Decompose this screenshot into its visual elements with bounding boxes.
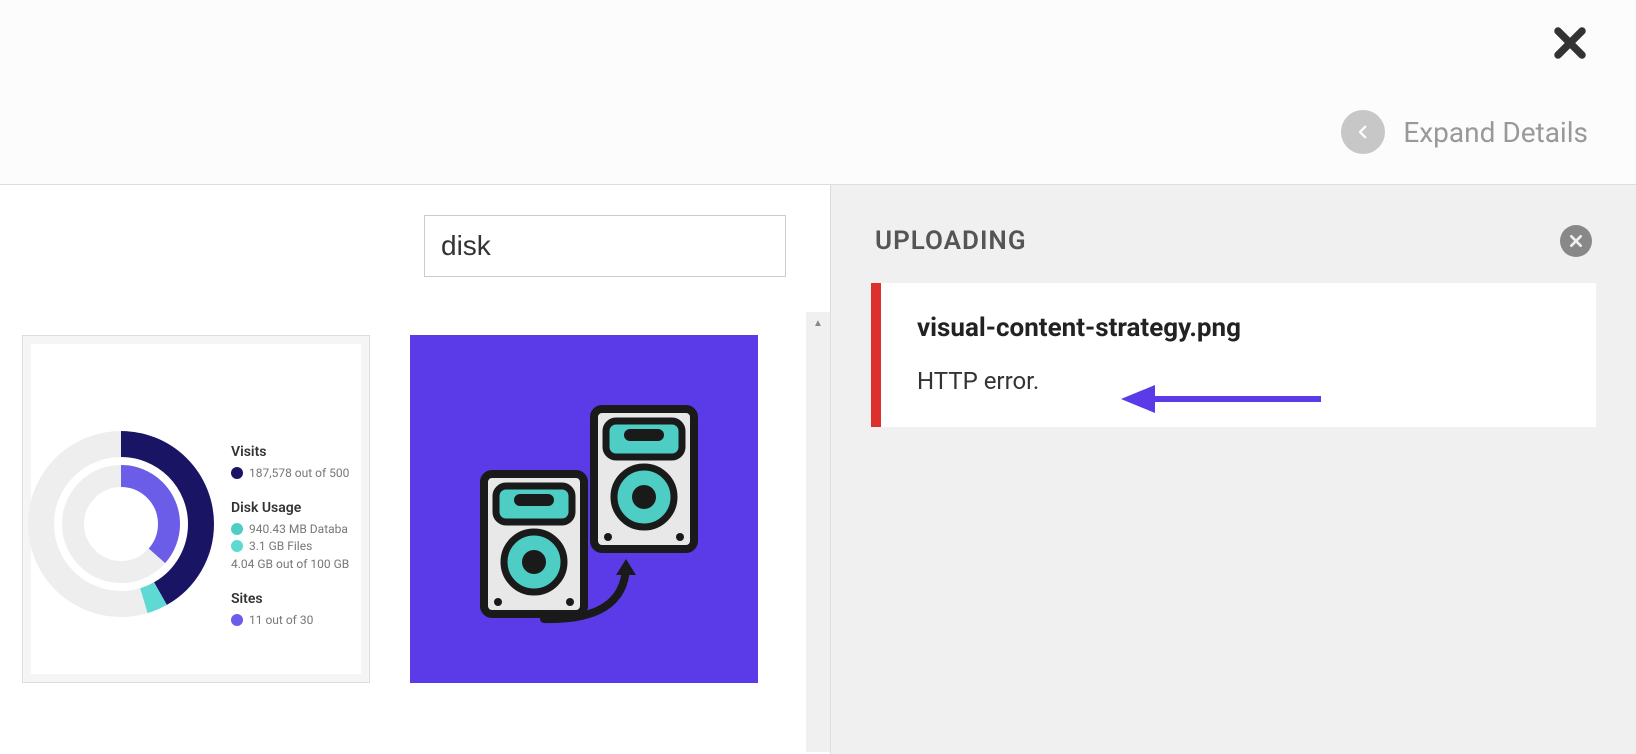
stat-value: 187,578 out of 500: [249, 466, 349, 480]
media-thumbnail[interactable]: [410, 335, 758, 683]
media-thumbnail[interactable]: Visits 187,578 out of 500 Disk Usage 940…: [22, 335, 370, 683]
donut-chart-icon: [22, 424, 221, 628]
stats-panel: Visits 187,578 out of 500 Disk Usage 940…: [231, 444, 349, 647]
close-icon: [1552, 25, 1588, 61]
stat-value: 11 out of 30: [249, 613, 313, 627]
stat-value: 940.43 MB Databa: [249, 522, 348, 536]
search-input[interactable]: [424, 215, 786, 277]
close-button[interactable]: [1552, 24, 1588, 68]
upload-header: UPLOADING: [871, 225, 1596, 257]
media-library-panel: Visits 187,578 out of 500 Disk Usage 940…: [0, 185, 830, 754]
stat-value: 4.04 GB out of 100 GB: [231, 557, 349, 571]
uploading-heading: UPLOADING: [875, 226, 1027, 256]
upload-item: visual-content-strategy.png HTTP error.: [871, 283, 1596, 427]
expand-details-label: Expand Details: [1403, 116, 1588, 149]
stat-title: Disk Usage: [231, 500, 349, 516]
dismiss-upload-button[interactable]: [1560, 225, 1592, 257]
upload-filename: visual-content-strategy.png: [917, 313, 1560, 343]
scrollbar[interactable]: ▲: [806, 312, 830, 752]
dashboard-preview-image: Visits 187,578 out of 500 Disk Usage 940…: [31, 344, 361, 674]
modal-header: Expand Details: [0, 0, 1636, 185]
thumbnail-grid: Visits 187,578 out of 500 Disk Usage 940…: [22, 335, 758, 683]
disk-drives-icon: [454, 379, 714, 639]
stat-title: Sites: [231, 591, 349, 607]
close-icon: [1568, 233, 1584, 249]
chevron-left-icon: [1341, 110, 1385, 154]
upload-panel: UPLOADING visual-content-strategy.png HT…: [830, 185, 1636, 754]
main-area: Visits 187,578 out of 500 Disk Usage 940…: [0, 185, 1636, 754]
stat-value: 3.1 GB Files: [249, 539, 312, 553]
annotation-arrow-icon: [1121, 379, 1321, 419]
stat-title: Visits: [231, 444, 349, 460]
scroll-up-icon: ▲: [806, 312, 830, 334]
expand-details-button[interactable]: Expand Details: [1341, 110, 1588, 154]
